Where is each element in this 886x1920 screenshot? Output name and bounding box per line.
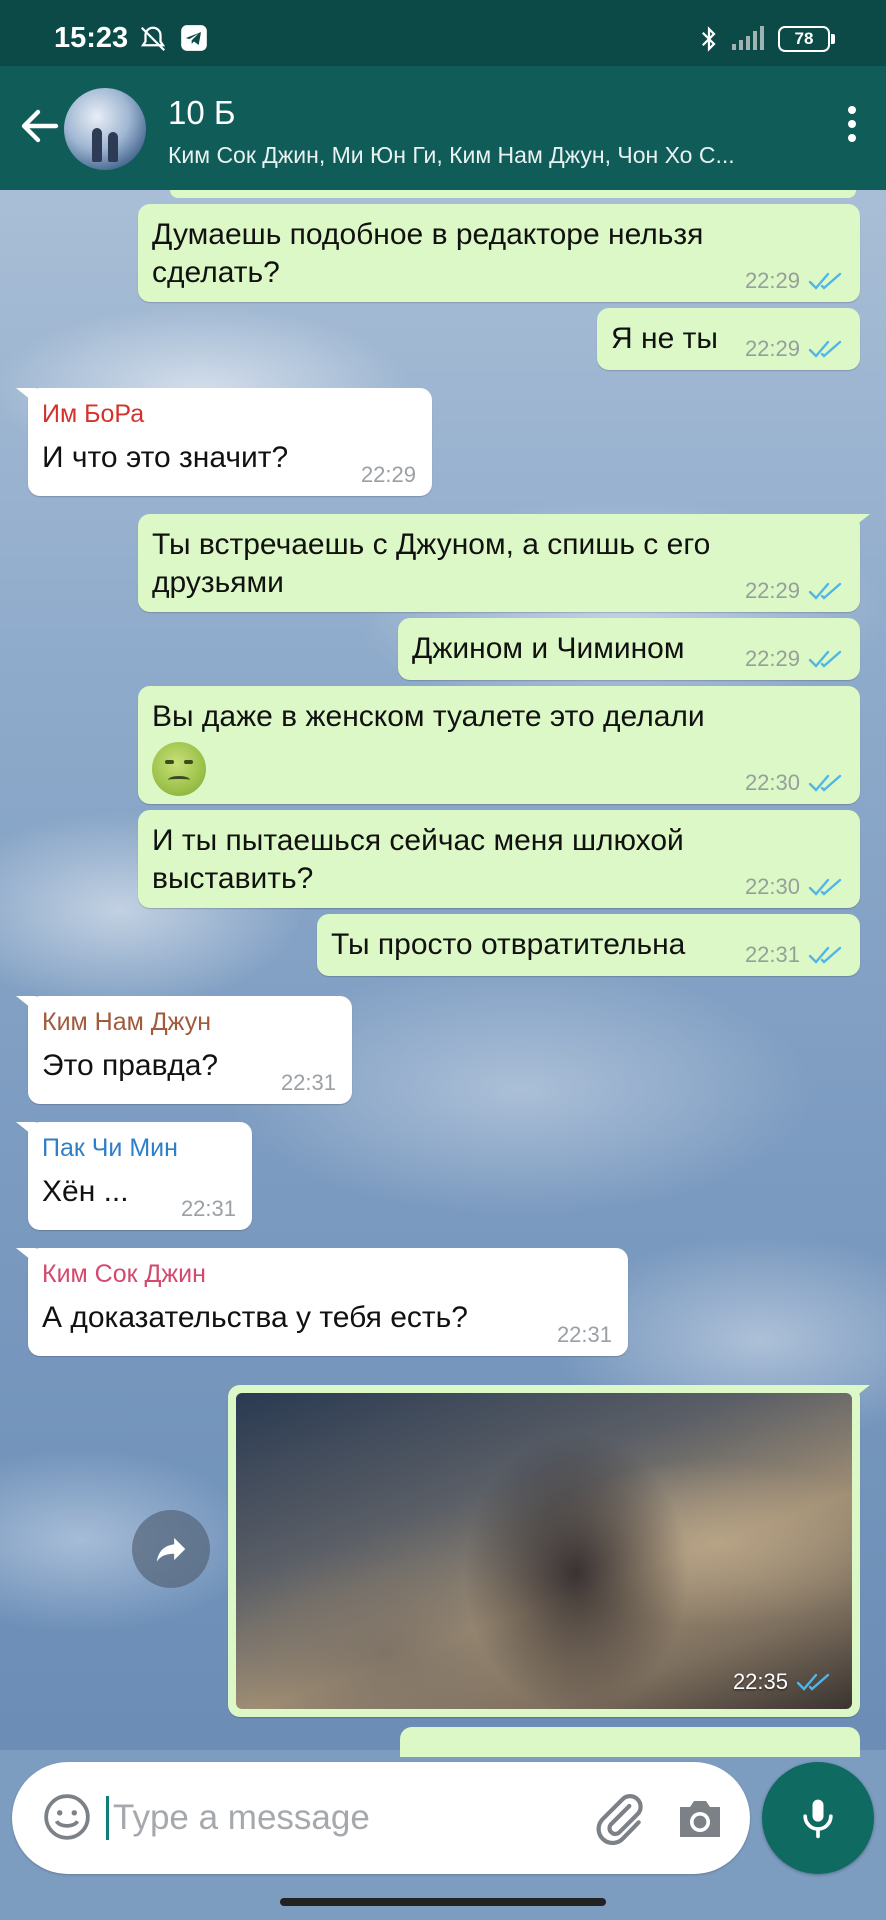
microphone-icon [803, 1799, 833, 1839]
message-photo-outgoing[interactable]: 22:35 [228, 1385, 870, 1717]
message-time: 22:29 [744, 646, 800, 671]
read-ticks-icon [796, 1673, 830, 1691]
message-time: 22:31 [180, 1196, 236, 1221]
message-input[interactable]: Type a message [106, 1796, 370, 1840]
bubble-tail [16, 1122, 36, 1138]
telegram-icon [181, 25, 207, 51]
group-avatar[interactable] [64, 88, 146, 170]
message-meta: 22:29 [745, 268, 842, 294]
message-time: 22:35 [732, 1669, 788, 1694]
emoji-icon[interactable] [42, 1792, 92, 1842]
sender-name[interactable]: Ким Нам Джун [42, 1008, 338, 1037]
read-ticks-icon [808, 272, 842, 290]
message-bubble-incoming[interactable]: Им БоРа И что это значит? 22:29 [16, 388, 432, 496]
chat-participants[interactable]: Ким Сок Джин, Ми Юн Ги, Ким Нам Джун, Чо… [168, 142, 768, 169]
message-bubble-outgoing[interactable]: Я не ты 22:29 [597, 308, 860, 370]
home-gesture-handle[interactable] [280, 1898, 606, 1906]
bubble-tail [16, 388, 36, 404]
message-bubble-outgoing[interactable]: Ты просто отвратительна 22:31 [317, 914, 860, 976]
partial-message-bubble [170, 190, 856, 198]
message-text: А доказательства у тебя есть? [42, 1301, 468, 1334]
message-text: Вы даже в женском туалете это делали [152, 700, 705, 733]
message-bubble-incoming[interactable]: Ким Нам Джун Это правда? 22:31 [16, 996, 352, 1104]
message-text: Ты встречаешь с Джуном, а спишь с его др… [152, 528, 711, 599]
dot-icon [848, 106, 856, 114]
message-bubble-incoming[interactable]: Пак Чи Мин Хён ... 22:31 [16, 1122, 252, 1230]
overflow-menu-button[interactable] [832, 100, 872, 156]
message-bubble-outgoing[interactable]: Ты встречаешь с Джуном, а спишь с его др… [138, 514, 870, 612]
message-time: 22:30 [744, 874, 800, 899]
nauseated-face-emoji-icon [152, 742, 206, 796]
message-text: И ты пытаешься сейчас меня шлюхой выстав… [152, 824, 684, 895]
back-arrow-icon[interactable] [16, 102, 64, 150]
message-time: 22:31 [556, 1322, 612, 1347]
voice-record-button[interactable] [762, 1762, 874, 1874]
bluetooth-icon [701, 26, 716, 52]
forward-button[interactable] [132, 1510, 210, 1588]
system-nav-bar [0, 1882, 886, 1920]
message-bubble-incoming[interactable]: Ким Сок Джин А доказательства у тебя ест… [16, 1248, 628, 1356]
message-time: 22:29 [744, 268, 800, 293]
message-bubble-outgoing[interactable]: Вы даже в женском туалете это делали 22:… [138, 686, 860, 804]
photo-meta: 22:35 [733, 1669, 830, 1695]
message-time: 22:31 [280, 1070, 336, 1095]
read-ticks-icon [808, 946, 842, 964]
message-input-container[interactable]: Type a message [12, 1762, 750, 1874]
message-time: 22:29 [360, 462, 416, 487]
chat-header: 10 Б Ким Сок Джин, Ми Юн Ги, Ким Нам Джу… [0, 66, 886, 190]
dot-icon [848, 134, 856, 142]
message-time: 22:30 [744, 770, 800, 795]
battery-level: 78 [794, 29, 814, 48]
battery-tip [831, 34, 835, 44]
message-bubble-outgoing[interactable]: Думаешь подобное в редакторе нельзя сдел… [138, 204, 860, 302]
sender-name[interactable]: Им БоРа [42, 400, 418, 429]
bubble-tail [16, 1248, 36, 1264]
camera-icon[interactable] [674, 1796, 726, 1842]
signal-icon [732, 26, 764, 50]
message-meta: 22:30 [745, 874, 842, 900]
read-ticks-icon [808, 774, 842, 792]
message-bubble-outgoing[interactable]: Джином и Чимином 22:29 [398, 618, 860, 680]
sender-name[interactable]: Ким Сок Джин [42, 1260, 614, 1289]
bubble-tail [16, 996, 36, 1012]
message-meta: 22:31 [281, 1070, 336, 1096]
message-meta: 22:31 [557, 1322, 612, 1348]
message-meta: 22:29 [745, 336, 842, 362]
message-meta: 22:31 [745, 942, 842, 968]
status-time: 15:23 [54, 22, 129, 54]
message-meta: 22:29 [745, 646, 842, 672]
message-time: 22:29 [744, 336, 800, 361]
message-time: 22:31 [744, 942, 800, 967]
read-ticks-icon [808, 650, 842, 668]
bubble-tail [850, 1385, 870, 1401]
message-time: 22:29 [744, 578, 800, 603]
attach-paperclip-icon[interactable] [592, 1792, 648, 1848]
message-bubble-outgoing[interactable]: И ты пытаешься сейчас меня шлюхой выстав… [138, 810, 860, 908]
dot-icon [848, 120, 856, 128]
message-meta: 22:31 [181, 1196, 236, 1222]
sender-name[interactable]: Пак Чи Мин [42, 1134, 238, 1163]
read-ticks-icon [808, 582, 842, 600]
message-meta: 22:29 [361, 462, 416, 488]
chat-title[interactable]: 10 Б [168, 94, 236, 132]
read-ticks-icon [808, 878, 842, 896]
status-bar: 15:23 78 [0, 0, 886, 66]
battery-icon: 78 [778, 26, 830, 52]
mute-bell-icon [140, 26, 166, 52]
photo-thumbnail[interactable]: 22:35 [236, 1393, 852, 1709]
read-ticks-icon [808, 340, 842, 358]
forward-arrow-icon [156, 1537, 186, 1562]
message-meta: 22:30 [745, 770, 842, 796]
bubble-tail [850, 514, 870, 530]
message-meta: 22:29 [745, 578, 842, 604]
message-text: Думаешь подобное в редакторе нельзя сдел… [152, 218, 704, 289]
